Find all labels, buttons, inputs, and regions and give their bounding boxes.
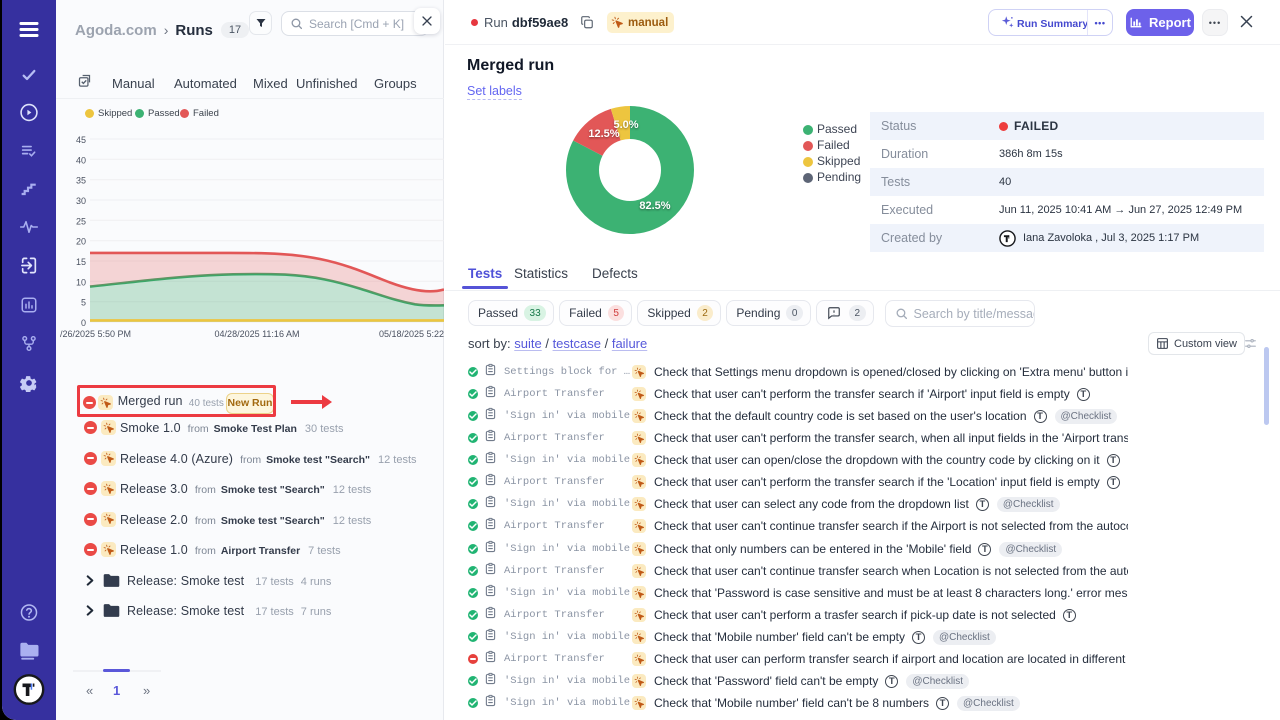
svg-text:35: 35 (76, 176, 86, 186)
svg-text:5: 5 (81, 298, 86, 308)
svg-text:0: 0 (81, 318, 86, 328)
svg-text:15: 15 (76, 257, 86, 267)
svg-text:20: 20 (76, 237, 86, 247)
svg-text:45: 45 (76, 135, 86, 145)
svg-text:40: 40 (76, 155, 86, 165)
svg-text:25: 25 (76, 216, 86, 226)
svg-text:04/28/2025 11:16 AM: 04/28/2025 11:16 AM (215, 329, 300, 339)
svg-text:5.0%: 5.0% (613, 119, 638, 131)
svg-text:10: 10 (76, 277, 86, 287)
svg-text:05/18/2025 5:22: 05/18/2025 5:22 (379, 329, 444, 339)
svg-text:/26/2025 5:50 PM: /26/2025 5:50 PM (60, 329, 131, 339)
svg-text:82.5%: 82.5% (639, 200, 670, 212)
svg-text:30: 30 (76, 196, 86, 206)
